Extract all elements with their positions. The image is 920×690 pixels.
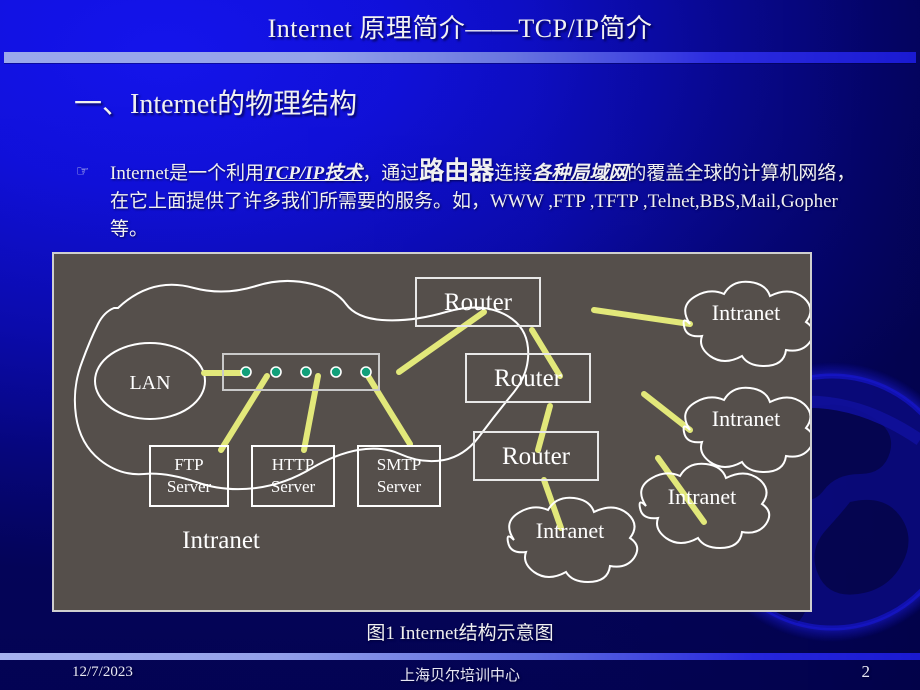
router-label-1: Router [444,289,513,316]
server-http-line2: Server [271,477,316,496]
footer-organization: 上海贝尔培训中心 [399,668,520,684]
slide-footer: 12/7/2023 上海贝尔培训中心 2 [0,660,920,690]
link-router2-cloud2 [641,391,693,433]
cloud-label-4: Intranet [668,484,736,509]
cloud-label-1: Intranet [712,300,780,325]
link-hub-router1 [396,309,487,375]
link-hub-http [301,373,321,453]
intranet-main-label: Intranet [182,527,260,554]
footer-divider [0,653,920,660]
hub-ports [240,366,372,378]
bullet-paragraph: ☞ Internet是一个利用TCP/IP技术，通过路由器连接各种局域网的覆盖全… [76,158,856,244]
link-router1-cloud1 [591,307,693,327]
footer-page-number: 2 [861,662,871,681]
server-smtp-line1: SMTP [377,455,421,474]
router-label-3: Router [502,443,571,470]
cloud-label-2: Intranet [712,406,780,431]
link-hub-smtp [365,373,413,447]
title-divider [4,52,916,63]
slide-title-bar: Internet 原理简介——TCP/IP简介 [0,0,920,52]
figure-caption: 图1 Internet结构示意图 [366,623,554,644]
hub-port-dot [270,366,282,378]
body-seg-5: 连接 [494,163,533,184]
server-smtp-line2: Server [377,477,422,496]
slide-canvas: Internet 原理简介——TCP/IP简介 一、Internet的物理结构 … [0,0,920,690]
server-ftp-line2: Server [167,477,212,496]
router-label-2: Router [494,365,563,392]
body-seg-tcpip: TCP/IP技术 [264,163,363,184]
server-ftp-line1: FTP [174,455,203,474]
network-diagram-svg: LAN FTP Server HTTP Server SMTP Server I… [73,277,810,584]
body-seg-router: 路由器 [419,158,495,185]
cloud-label-3: Intranet [536,518,604,543]
lan-label: LAN [129,372,170,394]
network-diagram: LAN FTP Server HTTP Server SMTP Server I… [52,252,812,612]
hub-port-dot [240,366,252,378]
hub-port-dot [300,366,312,378]
pointing-hand-bullet-icon: ☞ [76,162,90,180]
hub-port-dot [360,366,372,378]
body-seg-lan-types: 各种局域网 [532,163,628,184]
page-title: Internet 原理简介——TCP/IP简介 [267,13,653,43]
body-seg-1: Internet是一个利用 [110,163,265,184]
link-hub-ftp [218,373,270,453]
body-text: Internet是一个利用TCP/IP技术，通过路由器连接各种局域网的覆盖全球的… [110,158,856,244]
section-heading: 一、Internet的物理结构 [74,89,358,120]
body-seg-3: ，通过 [362,163,420,184]
hub-port-dot [330,366,342,378]
router-boxes: Router Router Router [415,277,599,481]
server-http-line1: HTTP [272,455,315,474]
